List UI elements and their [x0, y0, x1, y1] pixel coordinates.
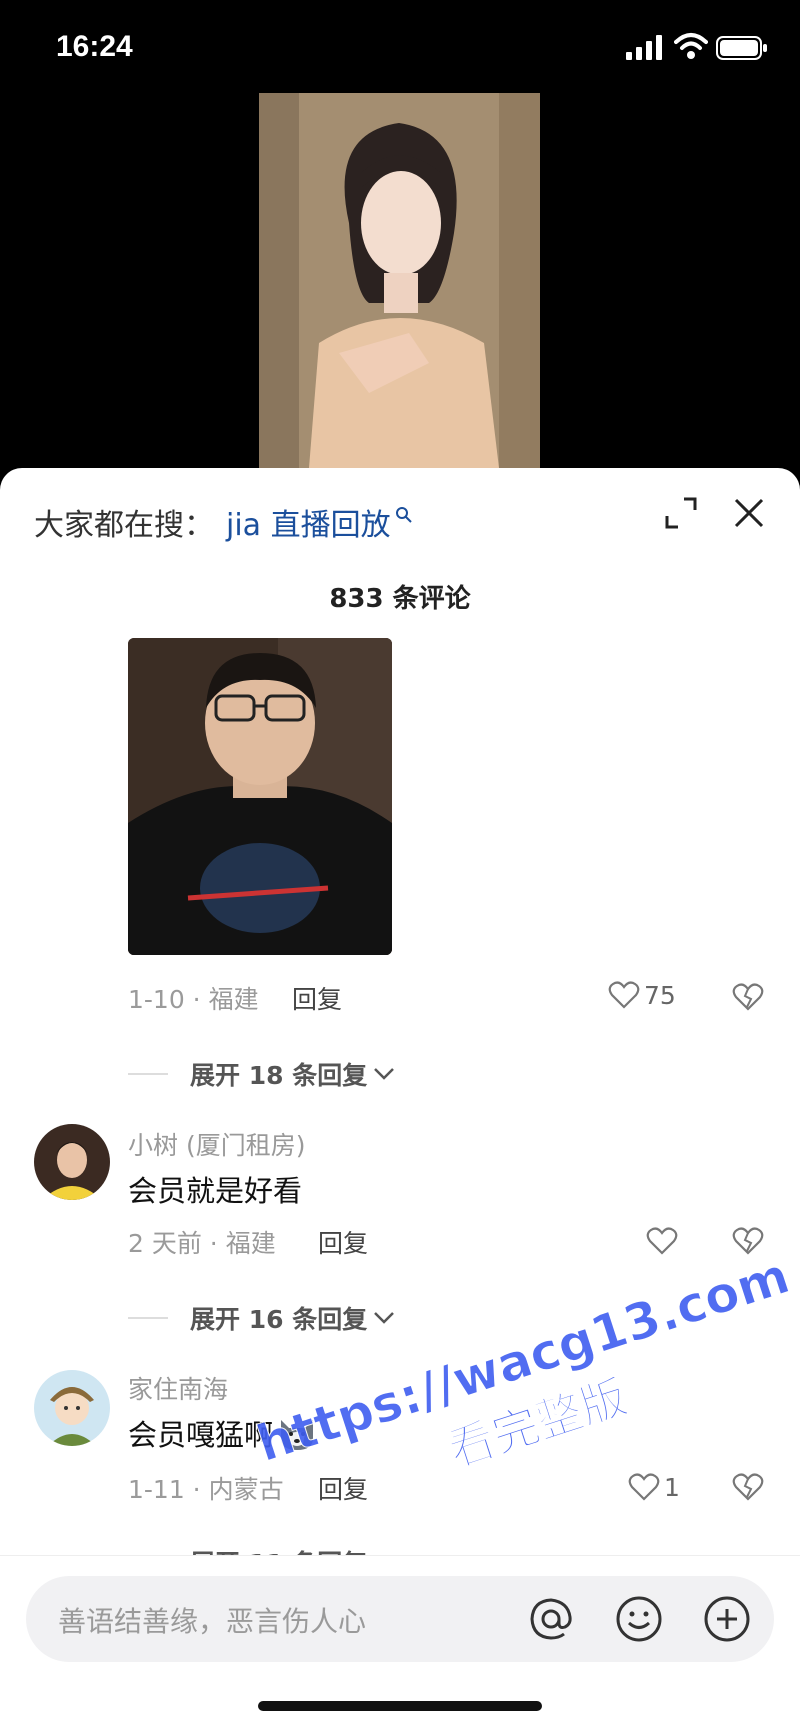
reply-button[interactable]: 回复 — [292, 980, 342, 1016]
avatar[interactable] — [34, 1370, 110, 1446]
heart-icon — [608, 981, 640, 1009]
wifi-icon — [674, 33, 708, 59]
search-icon — [395, 507, 412, 523]
avatar-image — [34, 1124, 110, 1200]
comment-count: 833 条评论 — [329, 584, 471, 614]
comment-sheet: 大家都在搜： jia 直播回放 833 条评论 1-10 · 福建 回复 75 … — [0, 468, 800, 1733]
trending-search-prefix: 大家都在搜： — [34, 508, 214, 543]
expand-replies-label: 展开 16 条回复 — [190, 1305, 368, 1334]
trending-search: 大家都在搜： jia 直播回放 — [34, 500, 413, 544]
comment-photo — [128, 638, 392, 955]
close-icon[interactable] — [730, 494, 768, 532]
chevron-down-icon — [374, 1068, 395, 1080]
comment-image[interactable] — [128, 638, 392, 955]
comment-input[interactable]: 善语结善缘，恶言伤人心 — [26, 1576, 774, 1662]
avatar[interactable] — [34, 1124, 110, 1200]
divider-line — [128, 1073, 168, 1075]
comment-text: 会员就是好看 — [128, 1168, 302, 1210]
reply-button[interactable]: 回复 — [318, 1224, 368, 1260]
heart-icon — [628, 1473, 660, 1501]
comment-username[interactable]: 小树 (厦门租房) — [128, 1126, 305, 1162]
comment-username[interactable]: 家住南海 — [128, 1370, 228, 1406]
like-button[interactable]: 75 — [608, 980, 676, 1010]
comment-meta: 2 天前 · 福建 — [128, 1229, 276, 1258]
expand-icon[interactable] — [664, 496, 698, 530]
comment-text-content: 会员就是好看 — [128, 1174, 303, 1208]
comment-meta: 1-11 · 内蒙古 — [128, 1475, 284, 1504]
dislike-icon[interactable] — [732, 982, 764, 1012]
at-icon[interactable] — [526, 1594, 576, 1644]
video-player[interactable] — [259, 93, 540, 468]
divider-line — [128, 1317, 168, 1319]
avatar-image — [34, 1370, 110, 1446]
expand-replies-label: 展开 18 条回复 — [190, 1061, 368, 1090]
signal-icon — [626, 35, 662, 60]
dislike-icon[interactable] — [732, 1472, 764, 1502]
home-indicator[interactable] — [258, 1701, 542, 1711]
trending-search-link[interactable]: jia 直播回放 — [226, 500, 391, 544]
expand-replies[interactable]: 展开 16 条回复 — [128, 1300, 395, 1336]
like-count: 75 — [644, 980, 676, 1010]
comment-input-bar: 善语结善缘，恶言伤人心 — [0, 1555, 800, 1733]
status-time: 16:24 — [56, 30, 133, 63]
like-button[interactable]: 1 — [628, 1472, 680, 1502]
like-button[interactable] — [646, 1226, 678, 1256]
battery-icon — [716, 36, 767, 60]
like-count: 1 — [664, 1472, 680, 1502]
comment-meta: 1-10 · 福建 — [128, 985, 259, 1014]
expand-replies[interactable]: 展开 18 条回复 — [128, 1056, 395, 1092]
plus-icon[interactable] — [702, 1594, 752, 1644]
video-frame-image — [259, 93, 540, 468]
chevron-down-icon — [374, 1312, 395, 1324]
status-bar: 16:24 — [0, 0, 800, 95]
heart-icon — [646, 1227, 678, 1255]
comment-input-placeholder: 善语结善缘，恶言伤人心 — [58, 1605, 367, 1638]
emoji-icon[interactable] — [614, 1594, 664, 1644]
